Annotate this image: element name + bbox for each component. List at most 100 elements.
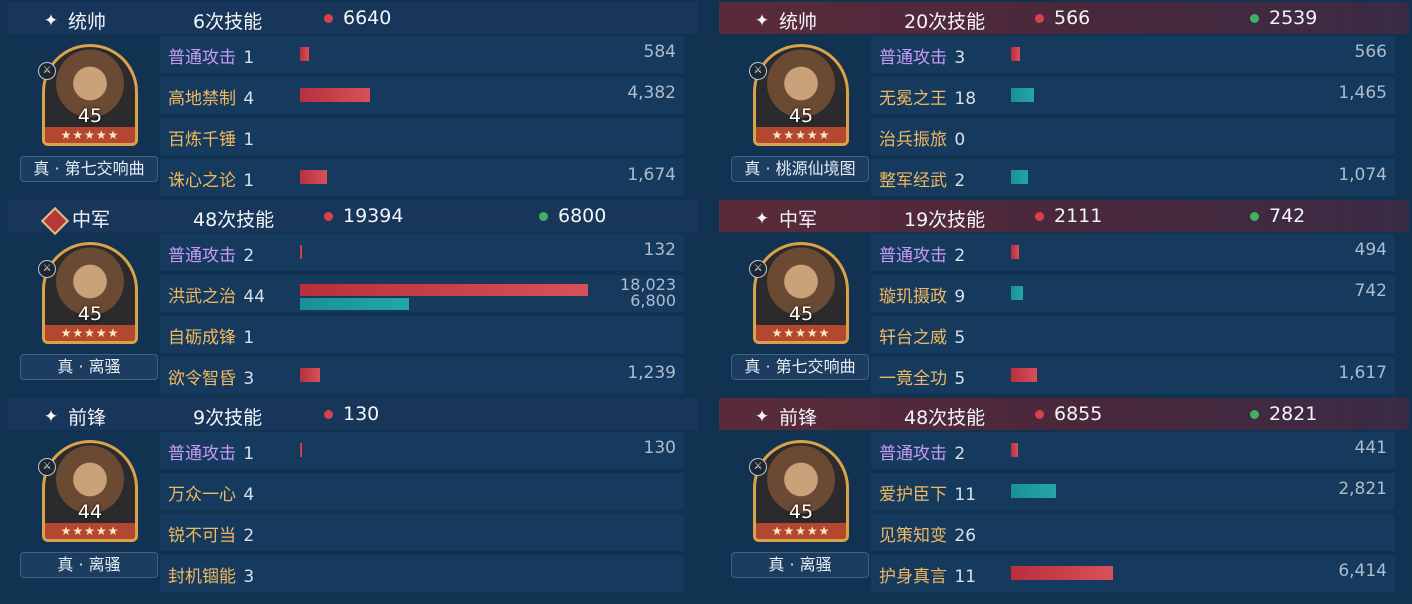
damage-value: 6855 (1054, 403, 1103, 425)
general-portrait[interactable]: 45 ★★★★★ (42, 242, 138, 344)
skill-row[interactable]: 爱护臣下 11 2,821 (871, 473, 1395, 510)
skill-value: 1,465 (1338, 85, 1387, 102)
skill-row[interactable]: 普通攻击 3 566 (871, 36, 1395, 73)
general-level: 45 (77, 303, 103, 325)
heal-value: 2821 (1269, 403, 1318, 425)
skill-name: 璇玑摄政 9 (879, 282, 965, 307)
skill-name: 爱护臣下 11 (879, 480, 976, 505)
general-portrait[interactable]: 45 ★★★★★ (753, 440, 849, 542)
skill-level: 2 (954, 444, 966, 464)
general-portrait[interactable]: 45 ★★★★★ (753, 44, 849, 146)
unit-card: ✦ 中军 19次技能 2111 742 45 ★★★★★ ⚔ 真 · 第七交响曲 普通攻击 2 49… (719, 198, 1409, 396)
skill-value-primary: 130 (643, 438, 676, 458)
skill-bar-track (300, 366, 680, 386)
skill-row[interactable]: 封机锢能 3 (160, 555, 684, 592)
skill-row[interactable]: 整军经武 2 1,074 (871, 159, 1395, 196)
skill-level: 0 (954, 130, 966, 150)
skill-value-primary: 1,239 (627, 363, 676, 383)
skill-row[interactable]: 自砺成锋 1 (160, 316, 684, 353)
skill-row[interactable]: 普通攻击 2 494 (871, 234, 1395, 271)
skill-bar-track (1011, 523, 1391, 543)
skill-row[interactable]: 高地禁制 4 4,382 (160, 77, 684, 114)
skill-row[interactable]: 一竟全功 5 1,617 (871, 357, 1395, 394)
skill-name-text: 治兵振旅 (879, 130, 947, 150)
mount-badge-icon: ⚔ (38, 458, 56, 476)
unit-card: ✦ 统帅 20次技能 566 2539 45 ★★★★★ ⚔ 真 · 桃源仙境图 普通攻击 3 56… (719, 0, 1409, 198)
damage-bar (1011, 566, 1113, 580)
skill-row[interactable]: 护身真言 11 6,414 (871, 555, 1395, 592)
skill-bar-track (1011, 168, 1391, 188)
skill-level: 1 (243, 444, 255, 464)
damage-dot-icon (1035, 211, 1044, 221)
tactic-tag[interactable]: 真 · 离骚 (20, 552, 158, 578)
tactic-tag[interactable]: 真 · 桃源仙境图 (731, 156, 869, 182)
skill-row[interactable]: 璇玑摄政 9 742 (871, 275, 1395, 312)
skill-row[interactable]: 万众一心 4 (160, 473, 684, 510)
tactic-tag[interactable]: 真 · 离骚 (20, 354, 158, 380)
role-label: ✦ 中军 (753, 205, 817, 232)
skill-row[interactable]: 欲令智昏 3 1,239 (160, 357, 684, 394)
skill-bar-track (300, 482, 680, 502)
unit-card: ✦ 前锋 48次技能 6855 2821 45 ★★★★★ ⚔ 真 · 离骚 普通攻击 2 441 爱… (719, 396, 1409, 594)
skill-bar-track (300, 86, 680, 106)
skill-row[interactable]: 无冕之王 18 1,465 (871, 77, 1395, 114)
skill-name: 封机锢能 3 (168, 562, 254, 587)
skill-row[interactable]: 锐不可当 2 (160, 514, 684, 551)
heal-value: 6800 (558, 205, 607, 227)
general-portrait[interactable]: 45 ★★★★★ (42, 44, 138, 146)
damage-value: 130 (343, 403, 380, 425)
skill-bar-track (1011, 325, 1391, 345)
skill-bar-track (1011, 441, 1391, 461)
damage-total: 2111 (1035, 205, 1102, 227)
heal-dot-icon (539, 211, 548, 221)
damage-total: 566 (1035, 7, 1090, 29)
skill-row[interactable]: 普通攻击 1 584 (160, 36, 684, 73)
skill-bar-track (300, 523, 680, 543)
unit-header: ✦ 前锋 9次技能 130 (8, 398, 698, 430)
skill-row[interactable]: 普通攻击 1 130 (160, 432, 684, 469)
general-level: 44 (77, 501, 103, 523)
skill-level: 2 (243, 246, 255, 266)
skill-row[interactable]: 普通攻击 2 441 (871, 432, 1395, 469)
mount-badge-icon: ⚔ (38, 62, 56, 80)
tactic-tag[interactable]: 真 · 离骚 (731, 552, 869, 578)
skill-level: 11 (954, 567, 977, 587)
skill-row[interactable]: 治兵振旅 0 (871, 118, 1395, 155)
skill-name: 欲令智昏 3 (168, 364, 254, 389)
skill-bar-track (1011, 366, 1391, 386)
heal-total: 742 (1250, 205, 1305, 227)
skill-row[interactable]: 普通攻击 2 132 (160, 234, 684, 271)
sparkle-icon: ✦ (754, 208, 770, 229)
damage-bar (1011, 368, 1037, 382)
skill-row[interactable]: 洪武之治 44 18,023 6,800 (160, 275, 684, 312)
heal-value: 742 (1269, 205, 1306, 227)
skill-level: 4 (243, 89, 255, 109)
skill-name: 轩台之威 5 (879, 323, 965, 348)
skill-row[interactable]: 轩台之威 5 (871, 316, 1395, 353)
general-portrait[interactable]: 45 ★★★★★ (753, 242, 849, 344)
skill-value: 1,074 (1338, 167, 1387, 184)
skill-row[interactable]: 诛心之论 1 1,674 (160, 159, 684, 196)
skill-name-text: 万众一心 (168, 485, 236, 505)
skill-list: 普通攻击 2 441 爱护臣下 11 2,821 见策知变 26 护身真言 11 6,414 (871, 432, 1395, 596)
skill-level: 4 (243, 485, 255, 505)
star-rating: ★★★★★ (756, 523, 846, 539)
general-portrait[interactable]: 44 ★★★★★ (42, 440, 138, 542)
skill-row[interactable]: 见策知变 26 (871, 514, 1395, 551)
skill-name-text: 高地禁制 (168, 89, 236, 109)
skill-level: 3 (954, 48, 966, 68)
damage-total: 6640 (324, 7, 391, 29)
skill-name-text: 普通攻击 (879, 444, 947, 464)
skill-row[interactable]: 百炼千锤 1 (160, 118, 684, 155)
skill-value-primary: 441 (1354, 438, 1387, 458)
skill-name-text: 见策知变 (879, 526, 947, 546)
damage-bar (300, 284, 588, 296)
tactic-tag[interactable]: 真 · 第七交响曲 (20, 156, 158, 182)
skill-value-primary: 1,074 (1338, 165, 1387, 185)
general-level: 45 (788, 105, 814, 127)
skill-value: 566 (1355, 44, 1387, 61)
skill-bar-track (1011, 564, 1391, 584)
role-name: 前锋 (779, 407, 818, 429)
skill-value-primary: 4,382 (627, 83, 676, 103)
tactic-tag[interactable]: 真 · 第七交响曲 (731, 354, 869, 380)
